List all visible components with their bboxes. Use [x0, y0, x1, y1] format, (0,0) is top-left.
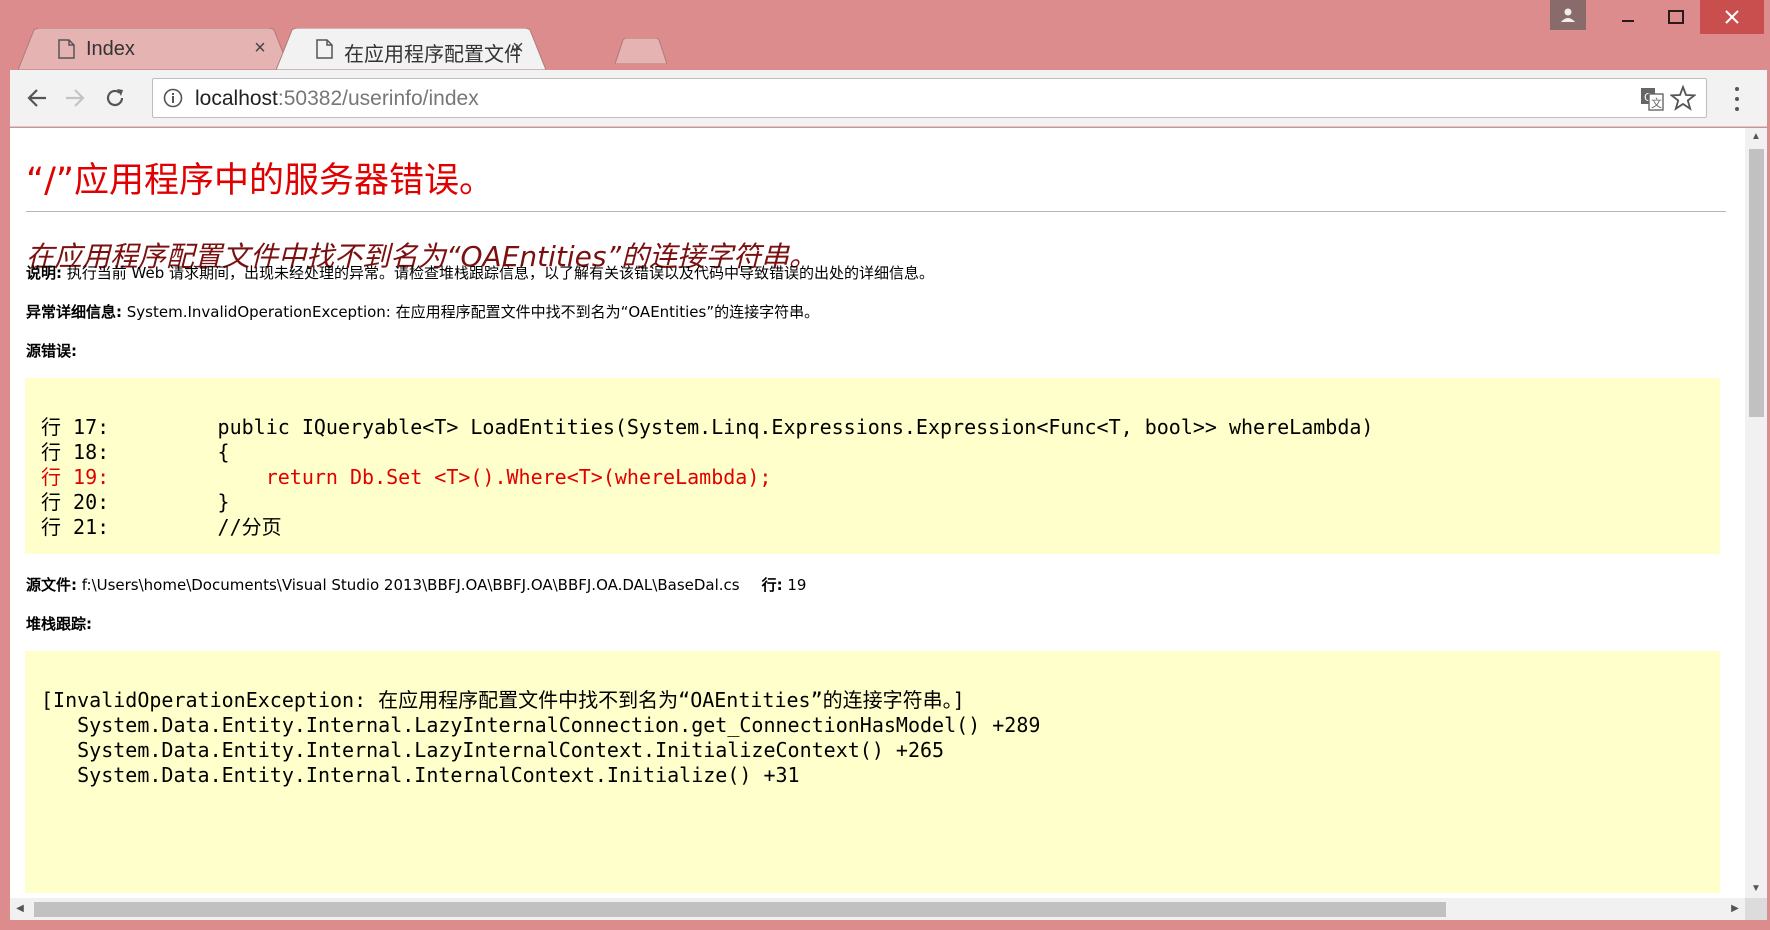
- arrow-right-icon: [66, 89, 85, 107]
- scroll-right-icon[interactable]: ▶: [1725, 898, 1745, 920]
- description: 说明: 执行当前 Web 请求期间，出现未经处理的异常。请检查堆栈跟踪信息，以了…: [26, 262, 934, 283]
- reload-button[interactable]: [100, 83, 130, 113]
- line-value: 19: [782, 576, 807, 594]
- divider: [26, 211, 1726, 212]
- stack-line: System.Data.Entity.Internal.LazyInternal…: [41, 713, 1041, 737]
- forward-button[interactable]: [60, 83, 90, 113]
- stack-trace-label: 堆栈跟踪:: [26, 613, 92, 634]
- arrow-left-icon: [27, 89, 46, 107]
- browser-toolbar: localhost:50382/userinfo/index G 文: [10, 70, 1767, 127]
- url-host: localhost: [195, 87, 278, 110]
- code-line: 行 18: {: [41, 440, 230, 464]
- url-text[interactable]: localhost:50382/userinfo/index: [195, 87, 479, 111]
- page-viewport: “/”应用程序中的服务器错误。 在应用程序配置文件中找不到名为“OAEntiti…: [10, 128, 1767, 920]
- scroll-down-icon[interactable]: ▼: [1745, 880, 1767, 898]
- tab-error[interactable]: 在应用程序配置文件中找 ×: [276, 28, 546, 70]
- user-icon[interactable]: [1550, 0, 1586, 30]
- new-tab-button[interactable]: [615, 38, 667, 64]
- browser-window: Index × 在应用程序配置文件中找 ×: [0, 0, 1770, 930]
- source-error-label-text: 源错误:: [26, 342, 77, 360]
- description-text: 执行当前 Web 请求期间，出现未经处理的异常。请检查堆栈跟踪信息，以了解有关该…: [62, 264, 935, 282]
- source-error-label: 源错误:: [26, 340, 77, 361]
- address-bar[interactable]: localhost:50382/userinfo/index G 文: [152, 78, 1707, 118]
- tab-title: Index: [86, 38, 135, 60]
- vertical-scrollbar[interactable]: ▲ ▼: [1745, 128, 1767, 920]
- stack-trace-label-text: 堆栈跟踪:: [26, 615, 92, 633]
- page-icon: [58, 39, 75, 59]
- source-file-path: f:\Users\home\Documents\Visual Studio 20…: [77, 576, 740, 594]
- reload-icon: [106, 89, 124, 107]
- exception-text: System.InvalidOperationException: 在应用程序配…: [122, 303, 820, 321]
- stack-line: System.Data.Entity.Internal.LazyInternal…: [41, 738, 945, 762]
- code-line: 行 20: }: [41, 490, 230, 514]
- translate-icon[interactable]: G 文: [1640, 87, 1664, 111]
- horizontal-scroll-thumb[interactable]: [34, 902, 1446, 917]
- error-page: “/”应用程序中的服务器错误。 在应用程序配置文件中找不到名为“OAEntiti…: [10, 128, 1735, 893]
- close-icon[interactable]: [1700, 0, 1764, 34]
- description-label: 说明:: [26, 264, 62, 282]
- maximize-icon[interactable]: [1652, 0, 1700, 34]
- tab-title: 在应用程序配置文件中找: [344, 44, 520, 66]
- line-label: 行:: [761, 576, 783, 594]
- minimize-icon[interactable]: [1604, 0, 1652, 34]
- tab-close-icon[interactable]: ×: [250, 38, 270, 58]
- exception-label: 异常详细信息:: [26, 303, 122, 321]
- stack-line: [InvalidOperationException: 在应用程序配置文件中找不…: [41, 688, 965, 712]
- code-line: 行 21: //分页: [41, 515, 282, 539]
- tab-index[interactable]: Index ×: [18, 28, 290, 70]
- scroll-left-icon[interactable]: ◀: [10, 898, 30, 920]
- code-line-error: 行 19: return Db.Set <T>().Where<T>(where…: [41, 465, 772, 489]
- title-bar: Index × 在应用程序配置文件中找 ×: [0, 0, 1770, 70]
- stack-trace-block: [InvalidOperationException: 在应用程序配置文件中找不…: [25, 651, 1720, 893]
- page-icon: [316, 39, 333, 59]
- horizontal-scrollbar[interactable]: ◀ ▶: [10, 898, 1745, 920]
- code-line: 行 17: public IQueryable<T> LoadEntities(…: [41, 415, 1374, 439]
- scrollbar-corner: [1745, 898, 1767, 920]
- back-button[interactable]: [22, 83, 52, 113]
- url-path: :50382/userinfo/index: [277, 87, 479, 110]
- exception-details: 异常详细信息: System.InvalidOperationException…: [26, 301, 819, 322]
- source-file: 源文件: f:\Users\home\Documents\Visual Stud…: [26, 574, 806, 595]
- vertical-scroll-thumb[interactable]: [1749, 149, 1764, 417]
- source-code-block: 行 17: public IQueryable<T> LoadEntities(…: [25, 378, 1720, 554]
- window-controls: [1550, 0, 1764, 34]
- svg-text:文: 文: [1651, 96, 1662, 110]
- source-file-label: 源文件:: [26, 576, 77, 594]
- tab-close-icon[interactable]: ×: [508, 38, 528, 58]
- menu-icon[interactable]: [1730, 84, 1744, 114]
- scroll-up-icon[interactable]: ▲: [1745, 128, 1767, 146]
- stack-line: System.Data.Entity.Internal.InternalCont…: [41, 763, 800, 787]
- star-icon[interactable]: [1670, 85, 1696, 111]
- page-title: “/”应用程序中的服务器错误。: [26, 161, 495, 201]
- info-icon[interactable]: [163, 88, 183, 108]
